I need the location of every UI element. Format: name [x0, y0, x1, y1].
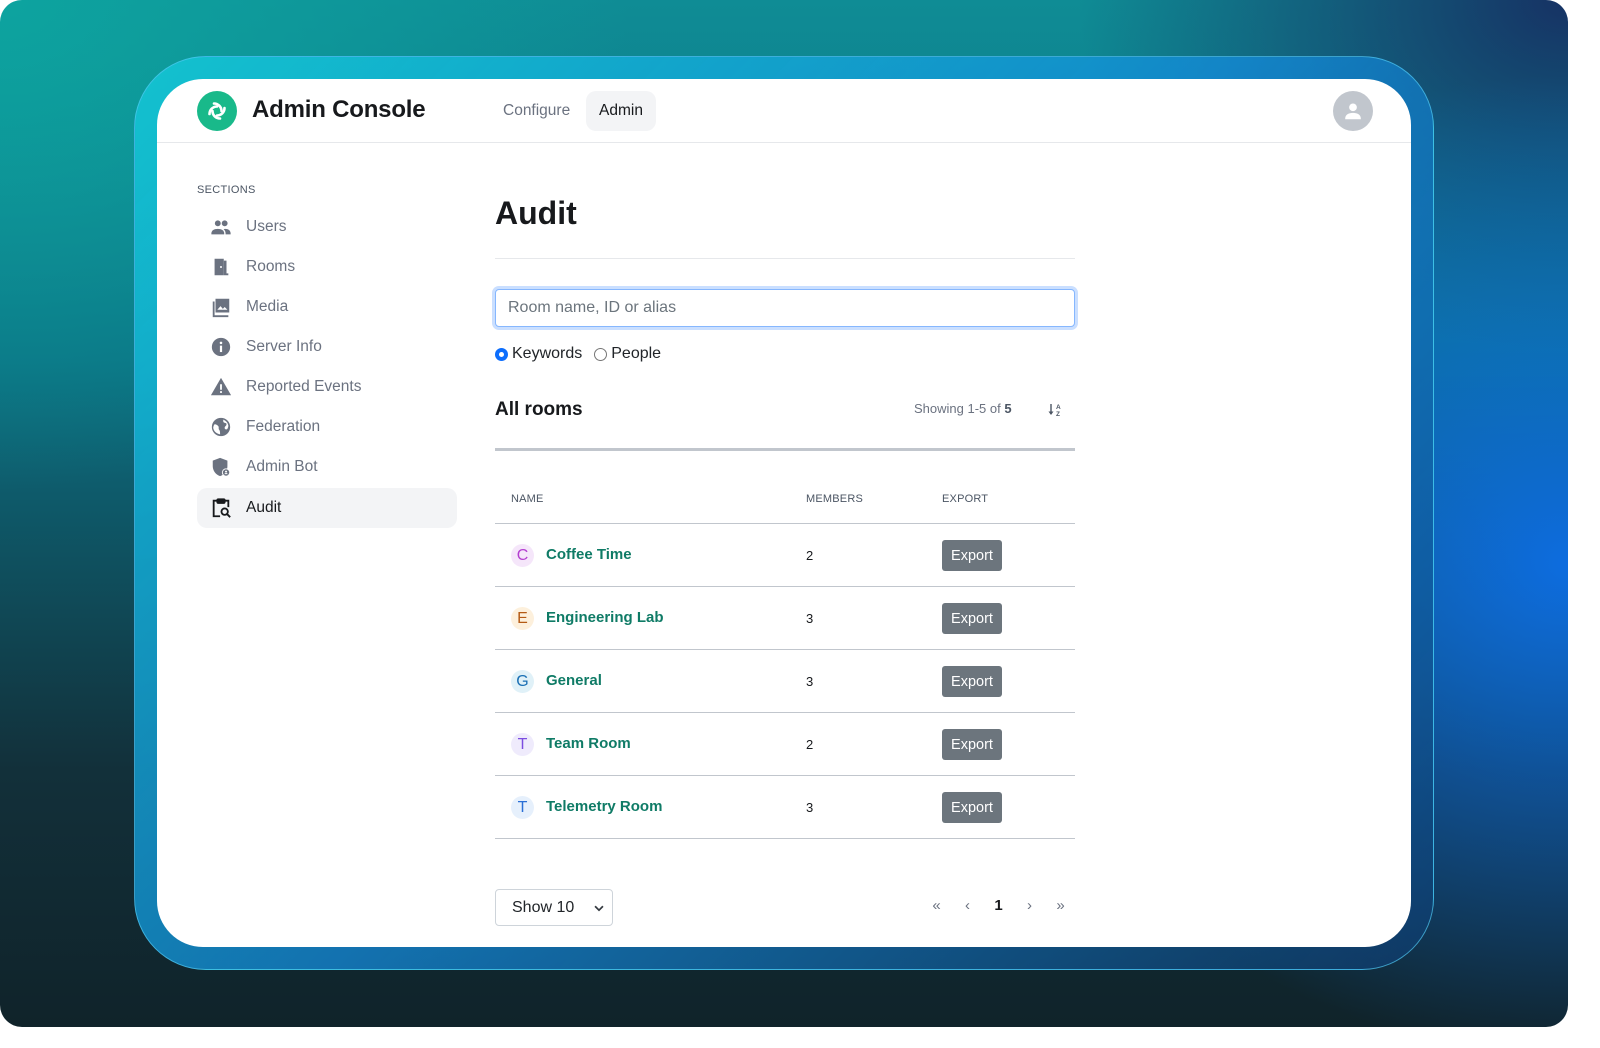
member-count: 3 — [806, 800, 814, 815]
result-count-prefix: Showing 1-5 of — [914, 401, 1001, 416]
sidebar-item-label: Media — [246, 298, 289, 315]
sidebar-item-users[interactable]: Users — [197, 207, 457, 247]
table-row: E Engineering Lab 3 Export — [495, 587, 1075, 650]
radio-button[interactable] — [594, 347, 608, 361]
users-icon — [209, 215, 233, 239]
sections-label: SECTIONS — [197, 184, 256, 196]
sidebar-item-audit[interactable]: Audit — [197, 488, 457, 528]
logo-icon[interactable] — [197, 91, 237, 131]
next-page-button[interactable]: › — [1014, 897, 1045, 914]
svg-text:A: A — [1056, 404, 1061, 411]
result-count-total: 5 — [1004, 401, 1012, 416]
table-row: C Coffee Time 2 Export — [495, 524, 1075, 587]
search-mode-radio-group: Keywords People — [495, 345, 673, 363]
page-size-value: Show 10 — [512, 898, 575, 916]
table-row: G General 3 Export — [495, 650, 1075, 713]
room-avatar: C — [511, 544, 534, 567]
radio-keywords[interactable]: Keywords — [495, 345, 582, 363]
room-avatar: T — [511, 733, 534, 756]
room-name-link[interactable]: General — [546, 672, 602, 689]
export-button[interactable]: Export — [942, 792, 1002, 823]
prev-page-button[interactable]: ‹ — [952, 897, 983, 914]
section-divider — [495, 448, 1075, 451]
radio-button[interactable] — [495, 347, 508, 361]
radio-label: People — [611, 345, 662, 362]
app-title: Admin Console — [252, 96, 426, 123]
last-page-button[interactable]: » — [1045, 897, 1076, 914]
sidebar-item-admin-bot[interactable]: Admin Bot — [197, 447, 457, 487]
globe-icon — [209, 415, 233, 439]
door-icon — [209, 255, 233, 279]
sidebar-item-federation[interactable]: Federation — [197, 407, 457, 447]
member-count: 3 — [806, 674, 814, 689]
room-name-link[interactable]: Coffee Time — [546, 546, 632, 563]
pagination: « ‹ 1 › » — [921, 897, 1076, 914]
room-name-link[interactable]: Telemetry Room — [546, 798, 662, 815]
column-header-name[interactable]: NAME — [511, 493, 544, 505]
svg-text:Z: Z — [1056, 411, 1060, 418]
export-button[interactable]: Export — [942, 729, 1002, 760]
member-count: 3 — [806, 611, 814, 626]
clipboard-search-icon — [209, 496, 233, 520]
nav-tab-admin[interactable]: Admin — [586, 91, 656, 131]
member-count: 2 — [806, 737, 814, 752]
export-button[interactable]: Export — [942, 603, 1002, 634]
room-avatar: T — [511, 796, 534, 819]
sidebar-item-label: Audit — [246, 499, 282, 516]
user-avatar[interactable] — [1333, 91, 1373, 131]
first-page-button[interactable]: « — [921, 897, 952, 914]
result-count: Showing 1-5 of 5 — [914, 401, 1012, 416]
sort-alpha-icon: A Z — [1048, 404, 1061, 418]
nav-tab-configure[interactable]: Configure — [490, 91, 583, 131]
user-icon — [1345, 103, 1361, 120]
member-count: 2 — [806, 548, 814, 563]
export-button[interactable]: Export — [942, 666, 1002, 697]
sidebar-item-label: Federation — [246, 418, 321, 435]
warning-icon — [209, 375, 233, 399]
room-avatar: E — [511, 607, 534, 630]
radio-people[interactable]: People — [594, 345, 661, 363]
room-search-input[interactable] — [495, 289, 1075, 327]
sidebar-item-label: Reported Events — [246, 378, 362, 395]
sort-button[interactable]: A Z — [1047, 402, 1063, 418]
current-page[interactable]: 1 — [983, 897, 1014, 914]
sidebar-item-media[interactable]: Media — [197, 287, 457, 327]
shield-user-icon — [209, 455, 233, 479]
column-header-export: EXPORT — [942, 493, 989, 505]
table-row: T Team Room 2 Export — [495, 713, 1075, 776]
room-avatar: G — [511, 670, 534, 693]
radio-label: Keywords — [512, 345, 583, 362]
top-bar: Admin Console Configure Admin — [157, 79, 1411, 143]
page-title: Audit — [495, 195, 577, 231]
page-size-select[interactable]: Show 10 — [495, 889, 613, 926]
chevron-down-icon — [594, 905, 604, 912]
app-window: Admin Console Configure Admin SECTIONS U… — [157, 79, 1411, 947]
export-button[interactable]: Export — [942, 540, 1002, 571]
sidebar-item-server-info[interactable]: Server Info — [197, 327, 457, 367]
sidebar-item-label: Rooms — [246, 258, 296, 275]
image-icon — [209, 295, 233, 319]
divider — [495, 258, 1075, 259]
room-name-link[interactable]: Team Room — [546, 735, 631, 752]
sidebar-item-label: Server Info — [246, 338, 322, 355]
sidebar-item-label: Users — [246, 218, 287, 235]
info-icon — [209, 335, 233, 359]
sidebar-item-reported-events[interactable]: Reported Events — [197, 367, 457, 407]
sidebar-item-rooms[interactable]: Rooms — [197, 247, 457, 287]
room-name-link[interactable]: Engineering Lab — [546, 609, 664, 626]
sidebar-item-label: Admin Bot — [246, 458, 318, 475]
column-header-members[interactable]: MEMBERS — [806, 493, 863, 505]
rooms-heading: All rooms — [495, 399, 583, 420]
table-row: T Telemetry Room 3 Export — [495, 776, 1075, 839]
